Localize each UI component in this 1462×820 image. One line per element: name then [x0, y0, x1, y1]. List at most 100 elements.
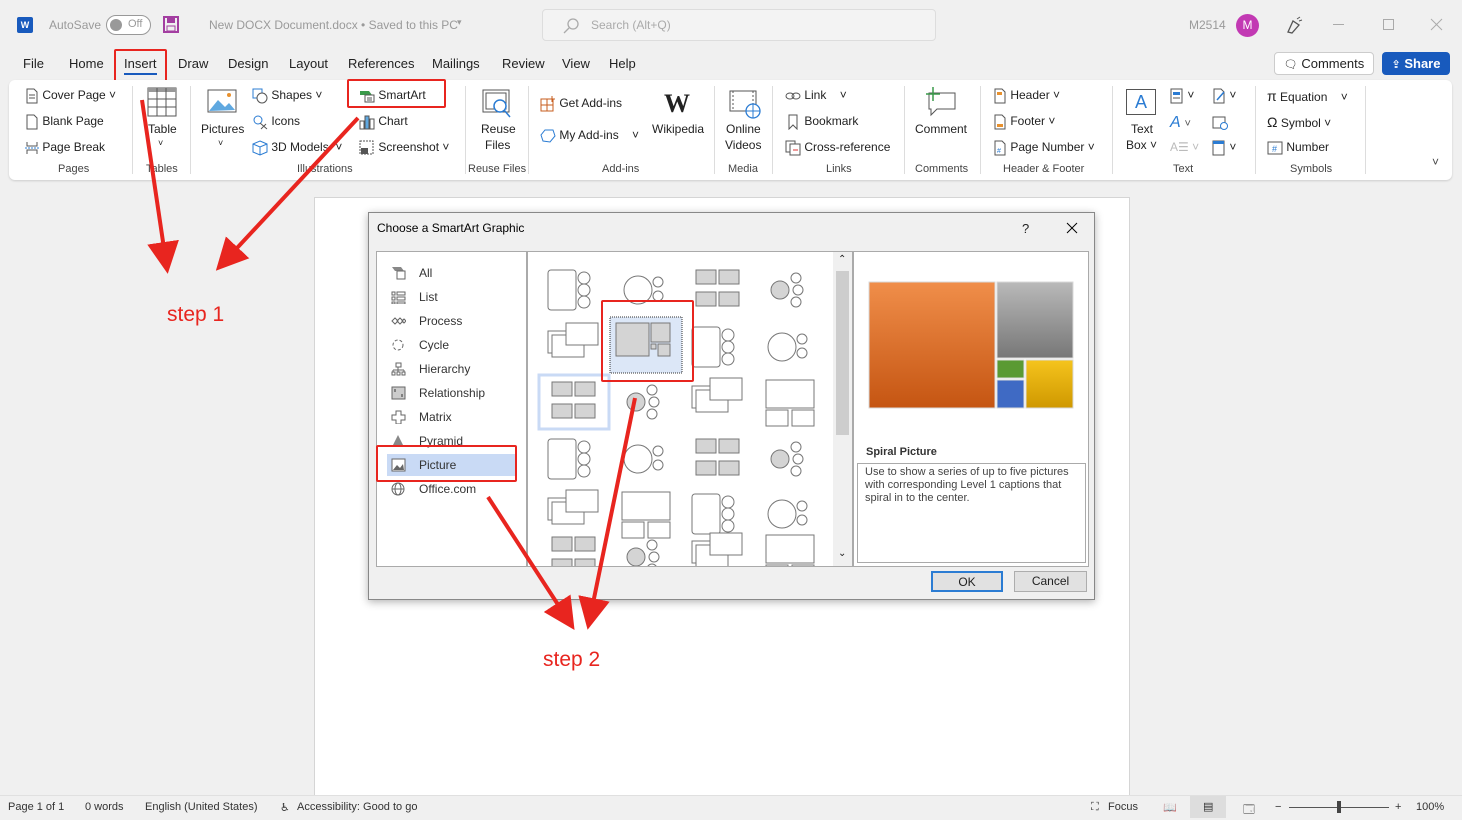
layout-thumbnail[interactable] [695, 269, 740, 307]
3d-models-button[interactable]: 3D Models ˅ [252, 140, 342, 156]
layout-thumbnail[interactable] [765, 379, 815, 427]
tab-file[interactable]: File [23, 56, 44, 71]
wikipedia-button[interactable]: Wikipedia [652, 122, 704, 136]
zoom-level[interactable]: 100% [1416, 801, 1444, 813]
cover-page-button[interactable]: Cover Page ˅ [25, 88, 116, 104]
save-icon[interactable] [163, 16, 179, 33]
category-relationship[interactable]: Relationship [387, 382, 517, 404]
search-input[interactable]: Search (Alt+Q) [542, 9, 936, 41]
number-button[interactable]: # Number [1267, 140, 1329, 155]
tab-view[interactable]: View [562, 56, 590, 71]
category-hierarchy[interactable]: Hierarchy [387, 358, 517, 380]
scroll-up-icon[interactable]: ⌃ [838, 254, 846, 265]
category-all[interactable]: All [387, 262, 517, 284]
tab-draw[interactable]: Draw [178, 56, 208, 71]
page-break-button[interactable]: Page Break [25, 140, 105, 155]
layout-thumbnail[interactable] [547, 322, 599, 358]
layout-thumbnail[interactable] [767, 499, 808, 529]
zoom-out-button[interactable]: − [1275, 801, 1281, 813]
designer-pen-icon[interactable] [1285, 15, 1303, 35]
footer-button[interactable]: Footer ˅ [993, 114, 1055, 130]
table-chevron-icon[interactable]: ˅ [158, 138, 163, 148]
layout-thumbnail[interactable] [691, 377, 743, 413]
language[interactable]: English (United States) [145, 801, 258, 813]
pictures-button[interactable]: Pictures [201, 122, 244, 136]
category-process[interactable]: Process [387, 310, 517, 332]
gallery-scrollbar[interactable]: ⌃ ⌄ [833, 252, 852, 566]
layout-thumbnail[interactable] [691, 532, 743, 566]
layout-thumbnail[interactable] [547, 269, 591, 311]
page-count[interactable]: Page 1 of 1 [8, 801, 64, 813]
page-number-button[interactable]: # Page Number ˅ [993, 140, 1095, 156]
chart-button[interactable]: Chart [359, 114, 408, 130]
drop-cap-icon[interactable]: A☰ ˅ [1170, 140, 1199, 154]
layout-thumbnail[interactable] [767, 332, 808, 362]
online-videos-button-line2[interactable]: Videos [725, 138, 761, 152]
tab-review[interactable]: Review [502, 56, 545, 71]
get-addins-button[interactable]: Get Add-ins [540, 96, 622, 112]
scroll-down-icon[interactable]: ⌄ [838, 548, 846, 559]
zoom-slider-thumb[interactable] [1337, 801, 1341, 813]
comment-button[interactable]: Comment [915, 122, 967, 136]
reuse-files-icon[interactable] [482, 89, 514, 121]
header-button[interactable]: Header ˅ [993, 88, 1060, 104]
shapes-button[interactable]: Shapes ˅ [252, 88, 322, 104]
cross-reference-button[interactable]: Cross-reference [785, 140, 890, 156]
cancel-button[interactable]: Cancel [1014, 571, 1087, 592]
print-layout-button[interactable]: ▤ [1190, 796, 1226, 818]
screenshot-button[interactable]: Screenshot ˅ [359, 140, 449, 156]
layout-thumbnail[interactable] [691, 493, 735, 535]
text-box-icon[interactable]: A [1126, 89, 1156, 115]
tab-references[interactable]: References [348, 56, 414, 71]
accessibility-status[interactable]: Accessibility: Good to go [297, 801, 417, 813]
document-title[interactable]: New DOCX Document.docx • Saved to this P… [209, 18, 458, 32]
wordart-icon[interactable]: A ˅ [1170, 114, 1191, 132]
layout-thumbnail[interactable] [765, 534, 815, 566]
focus-button[interactable]: Focus [1108, 801, 1138, 813]
reuse-files-button-line2[interactable]: Files [485, 138, 510, 152]
reuse-files-button[interactable]: Reuse [481, 122, 516, 136]
online-videos-button[interactable]: Online [726, 122, 761, 136]
tab-design[interactable]: Design [228, 56, 268, 71]
blank-page-button[interactable]: Blank Page [25, 114, 104, 130]
layout-thumbnail[interactable] [691, 326, 735, 368]
category-matrix[interactable]: Matrix [387, 406, 517, 428]
title-chevron-icon[interactable]: ▾ [457, 17, 462, 28]
layout-thumbnail[interactable] [695, 438, 740, 476]
date-time-button[interactable] [1212, 114, 1228, 130]
pictures-icon[interactable] [207, 89, 237, 113]
dialog-close-button[interactable] [1066, 222, 1078, 234]
equation-button[interactable]: π Equation ˅ [1267, 88, 1348, 104]
category-list-item[interactable]: List [387, 286, 517, 308]
ok-button[interactable]: OK [931, 571, 1003, 592]
web-layout-icon[interactable]: 🗔 [1243, 801, 1255, 820]
autosave-toggle[interactable]: Off [106, 15, 151, 35]
word-count[interactable]: 0 words [85, 801, 124, 813]
maximize-button[interactable] [1383, 19, 1394, 30]
signature-line-button[interactable]: ˅ [1212, 88, 1236, 104]
layout-thumbnail[interactable] [551, 536, 596, 566]
ribbon-collapse-icon[interactable]: ˅ [1432, 155, 1439, 169]
table-icon[interactable] [147, 87, 177, 117]
help-button[interactable]: ? [1022, 221, 1029, 236]
close-button[interactable] [1430, 18, 1443, 31]
quick-parts-button[interactable]: ˅ [1170, 88, 1194, 104]
icons-button[interactable]: Icons [252, 114, 300, 130]
scrollbar-thumb[interactable] [836, 271, 849, 435]
object-button[interactable]: ˅ [1212, 140, 1236, 156]
layout-thumbnail[interactable] [770, 272, 804, 308]
read-mode-icon[interactable]: 📖 [1163, 801, 1177, 814]
layout-thumbnail[interactable] [770, 441, 804, 477]
my-addins-button[interactable]: My Add-ins ˅ [540, 128, 639, 144]
wikipedia-icon[interactable]: W [664, 89, 690, 119]
zoom-in-button[interactable]: + [1395, 801, 1401, 813]
comments-button[interactable]: 🗨 Comments [1274, 52, 1374, 75]
layout-thumbnail[interactable] [537, 373, 611, 431]
pictures-chevron-icon[interactable]: ˅ [218, 138, 223, 148]
avatar[interactable]: M [1236, 14, 1259, 37]
table-button[interactable]: Table [148, 122, 177, 136]
new-comment-icon[interactable] [925, 87, 957, 117]
layout-thumbnail[interactable] [626, 539, 660, 566]
share-button[interactable]: ⇪ Share [1382, 52, 1450, 75]
link-button[interactable]: Link ˅ [785, 88, 847, 102]
